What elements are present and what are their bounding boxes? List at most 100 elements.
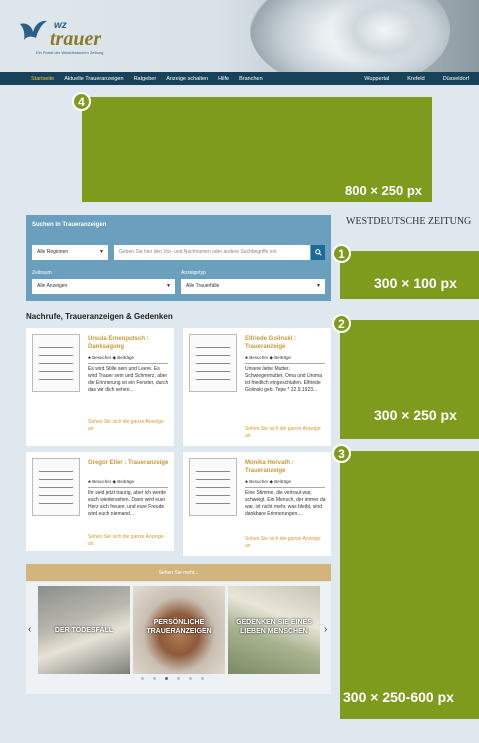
section-title: Nachrufe, Traueranzeigen & Gedenken <box>26 312 173 321</box>
region-select[interactable]: Alle Regionen ▼ <box>32 245 108 260</box>
obituary-excerpt: Eine Stimme, die vertraut war, schweigt.… <box>245 490 326 517</box>
site-logo[interactable]: wz trauer Ein Portal der Westdeutschen Z… <box>18 18 108 62</box>
ad-slot-2[interactable]: 300 × 250 px <box>340 320 479 439</box>
posts-icon: ◆ <box>112 355 116 360</box>
obituary-meta: ♣ Besucher ◆ Beiträge <box>245 355 291 361</box>
posts-label: Beiträge <box>274 479 291 484</box>
westdeutsche-zeitung-logo[interactable]: Westdeutsche Zeitung <box>346 216 471 227</box>
posts-label: Beiträge <box>117 479 134 484</box>
obituary-card[interactable]: Gregor Eller : Traueranzeige ♣ Besucher … <box>26 452 174 551</box>
divider <box>245 363 325 364</box>
nav-item-aktuelle-traueranzeigen[interactable]: Aktuelle Traueranzeigen <box>64 76 123 82</box>
search-panel: Suchen in Traueranzeigen Alle Regionen ▼… <box>26 215 331 301</box>
visitors-label: Besucher <box>249 355 269 360</box>
ad-slot-3-badge: 3 <box>332 444 351 463</box>
carousel-dot-active[interactable] <box>165 677 168 680</box>
visitors-icon: ♣ <box>88 355 91 360</box>
posts-label: Beiträge <box>274 355 291 360</box>
carousel-pagination <box>141 677 213 680</box>
topic-carousel: ‹ DER TODESFALL PERSÖNLICHE TRAUERANZEIG… <box>26 582 331 694</box>
region-navigation: Wuppertal Krefeld Düsseldorf <box>356 72 479 85</box>
search-input[interactable]: Geben Sie hier den Vor- und Nachnamen od… <box>114 245 310 260</box>
obituary-meta: ♣ Besucher ◆ Beiträge <box>88 479 134 485</box>
type-select[interactable]: Alle Trauerfälle ▼ <box>181 279 325 294</box>
obituary-card[interactable]: Elfriede Golinski : Traueranzeige ♣ Besu… <box>183 328 331 446</box>
posts-icon: ◆ <box>112 479 116 484</box>
carousel-tile-gedenken[interactable]: GEDENKEN SIE EINES LIEBEN MENSCHEN <box>228 586 320 674</box>
posts-label: Beiträge <box>117 355 134 360</box>
visitors-icon: ♣ <box>245 355 248 360</box>
carousel-dot[interactable] <box>177 677 180 680</box>
obituary-name[interactable]: Ursula Ernenputsch : Danksagung <box>88 335 170 351</box>
search-input-placeholder: Geben Sie hier den Vor- und Nachnamen od… <box>119 249 277 255</box>
ad-slot-2-size-label: 300 × 250 px <box>374 407 457 423</box>
visitors-icon: ♣ <box>245 479 248 484</box>
obituary-more-link[interactable]: Sehen Sie sich die ganze Anzeige an <box>88 419 170 433</box>
nav-region-duesseldorf[interactable]: Düsseldorf <box>443 76 469 82</box>
bird-icon <box>20 20 47 40</box>
obituary-thumbnail[interactable] <box>32 458 80 516</box>
nav-item-ratgeber[interactable]: Ratgeber <box>134 76 157 82</box>
chevron-down-icon: ▼ <box>166 283 171 289</box>
ad-leaderboard[interactable]: 800 × 250 px <box>82 97 432 202</box>
obituary-card[interactable]: Monika Horvath : Traueranzeige ♣ Besuche… <box>183 452 331 556</box>
obituary-name[interactable]: Monika Horvath : Traueranzeige <box>245 459 327 475</box>
ad-slot-1[interactable]: 300 × 100 px <box>340 251 479 299</box>
posts-icon: ◆ <box>269 479 273 484</box>
timeframe-select-value: Alle Anzeigen <box>37 283 68 289</box>
show-more-button[interactable]: Sehen Sie mehr... <box>26 564 331 581</box>
timeframe-label: Zeitraum <box>32 270 52 276</box>
visitors-label: Besucher <box>249 479 269 484</box>
carousel-dot[interactable] <box>141 677 144 680</box>
ad-slot-3-size-label: 300 × 250-600 px <box>343 689 454 705</box>
carousel-dot[interactable] <box>189 677 192 680</box>
carousel-tile-todesfall[interactable]: DER TODESFALL <box>38 586 130 674</box>
posts-icon: ◆ <box>269 355 273 360</box>
obituary-thumbnail[interactable] <box>189 334 237 392</box>
obituary-meta: ♣ Besucher ◆ Beiträge <box>88 355 134 361</box>
visitors-label: Besucher <box>92 355 112 360</box>
search-icon <box>314 249 322 256</box>
divider <box>88 363 168 364</box>
obituary-name[interactable]: Elfriede Golinski : Traueranzeige <box>245 335 327 351</box>
visitors-icon: ♣ <box>88 479 91 484</box>
type-select-value: Alle Trauerfälle <box>186 283 220 289</box>
main-navigation: Startseite Aktuelle Traueranzeigen Ratge… <box>0 72 479 85</box>
nav-region-krefeld[interactable]: Krefeld <box>407 76 424 82</box>
carousel-prev-button[interactable]: ‹ <box>28 624 31 635</box>
chevron-down-icon: ▼ <box>316 283 321 289</box>
chevron-down-icon: ▼ <box>99 249 104 255</box>
ad-leaderboard-badge: 4 <box>72 92 91 111</box>
carousel-tile-persoenliche-traueranzeigen[interactable]: PERSÖNLICHE TRAUERANZEIGEN <box>133 586 225 674</box>
carousel-dot[interactable] <box>201 677 204 680</box>
ad-slot-3[interactable]: 300 × 250-600 px <box>340 451 479 719</box>
nav-item-hilfe[interactable]: Hilfe <box>218 76 229 82</box>
carousel-tile-caption: GEDENKEN SIE EINES LIEBEN MENSCHEN <box>236 619 312 635</box>
carousel-tile-caption: DER TODESFALL <box>54 627 114 634</box>
obituary-excerpt: Ihr seid jetzt traurig, aber ich werde e… <box>88 490 167 517</box>
carousel-dot[interactable] <box>153 677 156 680</box>
carousel-tile-caption: PERSÖNLICHE TRAUERANZEIGEN <box>146 619 212 635</box>
ad-slot-1-badge: 1 <box>332 244 351 263</box>
obituary-more-link[interactable]: Sehen Sie sich die ganze Anzeige an <box>245 426 327 440</box>
search-button[interactable] <box>311 245 325 260</box>
obituary-card[interactable]: Ursula Ernenputsch : Danksagung ♣ Besuch… <box>26 328 174 446</box>
obituary-more-link[interactable]: Sehen Sie sich die ganze Anzeige an <box>88 534 170 548</box>
carousel-next-button[interactable]: › <box>324 624 327 635</box>
visitors-label: Besucher <box>92 479 112 484</box>
nav-region-wuppertal[interactable]: Wuppertal <box>364 76 389 82</box>
nav-item-branchen[interactable]: Branchen <box>239 76 263 82</box>
site-header: wz trauer Ein Portal der Westdeutschen Z… <box>0 0 479 72</box>
obituary-more-link[interactable]: Sehen Sie sich die ganze Anzeige an <box>245 536 327 550</box>
obituary-meta: ♣ Besucher ◆ Beiträge <box>245 479 291 485</box>
obituary-excerpt: Unsere liebe Mutter, Schwiegermutter, Om… <box>245 366 322 393</box>
timeframe-select[interactable]: Alle Anzeigen ▼ <box>32 279 175 294</box>
logo-tagline: Ein Portal der Westdeutschen Zeitung <box>36 50 104 55</box>
nav-item-startseite[interactable]: Startseite <box>31 76 54 82</box>
divider <box>245 487 325 488</box>
nav-item-anzeige-schalten[interactable]: Anzeige schalten <box>166 76 208 82</box>
obituary-name[interactable]: Gregor Eller : Traueranzeige <box>88 459 170 467</box>
obituary-thumbnail[interactable] <box>32 334 80 392</box>
type-label: Anzeigetyp <box>181 270 206 276</box>
obituary-thumbnail[interactable] <box>189 458 237 516</box>
